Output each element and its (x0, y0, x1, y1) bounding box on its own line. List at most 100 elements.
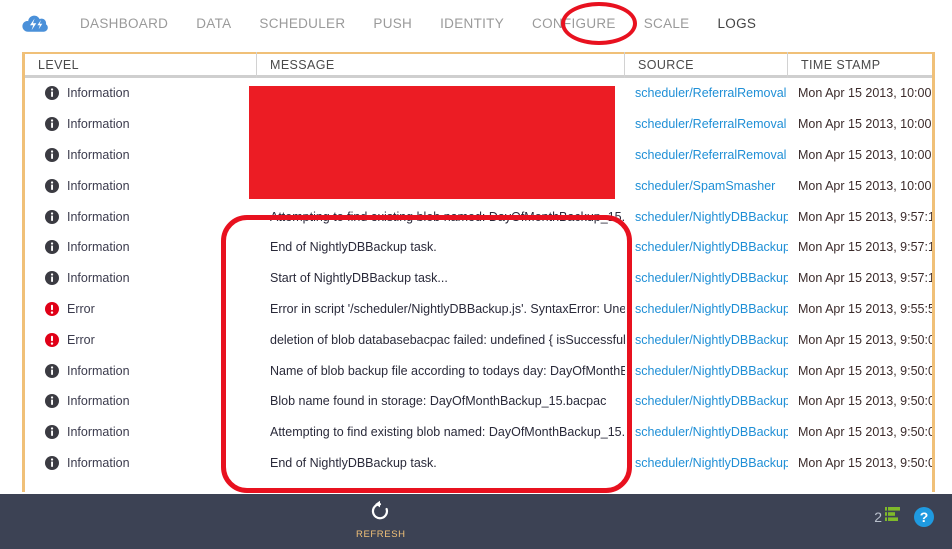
nav-item-identity[interactable]: IDENTITY (426, 0, 518, 47)
level-label: Information (67, 117, 130, 132)
source-link[interactable]: scheduler/ReferralRemoval (635, 86, 786, 100)
instances-icon (885, 506, 903, 527)
message-text: Error in script '/scheduler/NightlyDBBac… (270, 301, 625, 316)
cell-message (257, 170, 625, 201)
cell-timestamp: Mon Apr 15 2013, 10:00:... (788, 78, 932, 109)
level-label: Information (67, 394, 130, 409)
cell-timestamp: Mon Apr 15 2013, 10:00:... (788, 109, 932, 140)
table-row[interactable]: Error deletion of blob databasebacpac fai… (25, 324, 932, 355)
table-row[interactable]: Information scheduler/ReferralRemoval Mon … (25, 109, 932, 140)
cell-source[interactable]: scheduler/ReferralRemoval (625, 78, 788, 109)
cell-source[interactable]: scheduler/NightlyDBBackup (625, 448, 788, 479)
info-icon (45, 271, 59, 286)
timestamp-text: Mon Apr 15 2013, 9:50:0... (798, 363, 932, 378)
cell-level: Error (25, 294, 257, 325)
top-navigation-bar: DASHBOARD DATA SCHEDULER PUSH IDENTITY C… (0, 0, 952, 47)
table-row[interactable]: Information End of NightlyDBBackup task. s… (25, 232, 932, 263)
cell-source[interactable]: scheduler/ReferralRemoval (625, 140, 788, 171)
error-icon (45, 301, 59, 316)
source-link[interactable]: scheduler/NightlyDBBackup (635, 240, 788, 254)
logs-table: LEVEL MESSAGE SOURCE TIME STAMP Informat… (22, 51, 935, 492)
instances-indicator[interactable]: 2 (874, 506, 903, 527)
source-link[interactable]: scheduler/NightlyDBBackup (635, 302, 788, 316)
cell-source[interactable]: scheduler/ReferralRemoval (625, 109, 788, 140)
source-link[interactable]: scheduler/NightlyDBBackup (635, 394, 788, 408)
source-link[interactable]: scheduler/NightlyDBBackup (635, 210, 788, 224)
nav-item-data[interactable]: DATA (182, 0, 245, 47)
table-row[interactable]: Error Error in script '/scheduler/Nightly… (25, 294, 932, 325)
cell-source[interactable]: scheduler/NightlyDBBackup (625, 294, 788, 325)
column-header-source[interactable]: SOURCE (625, 51, 788, 78)
info-icon (45, 425, 59, 440)
table-row[interactable]: Information scheduler/ReferralRemoval Mon … (25, 78, 932, 109)
cell-source[interactable]: scheduler/SpamSmasher (625, 170, 788, 201)
column-header-message[interactable]: MESSAGE (257, 51, 625, 78)
source-link[interactable]: scheduler/NightlyDBBackup (635, 425, 788, 439)
cell-level: Information (25, 140, 257, 171)
refresh-icon (369, 500, 391, 527)
source-link[interactable]: scheduler/NightlyDBBackup (635, 456, 788, 470)
source-link[interactable]: scheduler/SpamSmasher (635, 179, 775, 193)
table-row[interactable]: Information Blob name found in storage: D… (25, 386, 932, 417)
nav-item-scheduler[interactable]: SCHEDULER (245, 0, 359, 47)
level-label: Information (67, 271, 130, 286)
cell-message (257, 140, 625, 171)
help-icon[interactable]: ? (914, 506, 934, 527)
cell-source[interactable]: scheduler/NightlyDBBackup (625, 417, 788, 448)
level-label: Information (67, 363, 130, 378)
message-text: Name of blob backup file according to to… (270, 363, 625, 378)
azure-cloud-logo-icon (22, 13, 48, 35)
message-text: deletion of blob databasebacpac failed: … (270, 332, 625, 347)
nav-item-logs[interactable]: LOGS (704, 0, 771, 47)
bottom-bar-right-group: 2 ? (874, 506, 934, 527)
table-row[interactable]: Information Name of blob backup file acco… (25, 355, 932, 386)
nav-item-configure[interactable]: CONFIGURE (518, 0, 630, 47)
table-row[interactable]: Information Attempting to find existing b… (25, 417, 932, 448)
table-row[interactable]: Information scheduler/ReferralRemoval Mon … (25, 140, 932, 171)
cell-message: Blob name found in storage: DayOfMonthBa… (257, 386, 625, 417)
timestamp-text: Mon Apr 15 2013, 9:50:0... (798, 394, 932, 409)
table-row[interactable]: Information Attempting to find existing b… (25, 201, 932, 232)
cell-source[interactable]: scheduler/NightlyDBBackup (625, 263, 788, 294)
source-link[interactable]: scheduler/ReferralRemoval (635, 117, 786, 131)
error-icon (45, 332, 59, 347)
cell-message: Error in script '/scheduler/NightlyDBBac… (257, 294, 625, 325)
source-link[interactable]: scheduler/NightlyDBBackup (635, 333, 788, 347)
cell-level: Information (25, 355, 257, 386)
level-label: Information (67, 147, 130, 162)
info-icon (45, 86, 59, 101)
info-icon (45, 178, 59, 193)
level-label: Information (67, 209, 130, 224)
table-row[interactable]: Information scheduler/SpamSmasher Mon Apr … (25, 170, 932, 201)
column-header-timestamp[interactable]: TIME STAMP (788, 52, 932, 78)
cell-level: Information (25, 170, 257, 201)
source-link[interactable]: scheduler/NightlyDBBackup (635, 271, 788, 285)
refresh-button[interactable]: REFRESH (356, 500, 406, 540)
cell-source[interactable]: scheduler/NightlyDBBackup (625, 324, 788, 355)
cell-timestamp: Mon Apr 15 2013, 9:55:5... (788, 294, 932, 325)
azure-portal-logs-screen: DASHBOARD DATA SCHEDULER PUSH IDENTITY C… (0, 0, 952, 549)
cell-timestamp: Mon Apr 15 2013, 9:50:0... (788, 355, 932, 386)
info-icon (45, 363, 59, 378)
nav-item-scale[interactable]: SCALE (630, 0, 704, 47)
source-link[interactable]: scheduler/ReferralRemoval (635, 148, 786, 162)
cell-source[interactable]: scheduler/NightlyDBBackup (625, 386, 788, 417)
info-icon (45, 117, 59, 132)
level-label: Information (67, 86, 130, 101)
source-link[interactable]: scheduler/NightlyDBBackup (635, 364, 788, 378)
cell-message (257, 109, 625, 140)
cell-source[interactable]: scheduler/NightlyDBBackup (625, 201, 788, 232)
info-icon (45, 394, 59, 409)
cell-source[interactable]: scheduler/NightlyDBBackup (625, 355, 788, 386)
cell-source[interactable]: scheduler/NightlyDBBackup (625, 232, 788, 263)
refresh-button-label: REFRESH (356, 529, 406, 540)
info-icon (45, 455, 59, 470)
cell-message: Name of blob backup file according to to… (257, 355, 625, 386)
nav-item-dashboard[interactable]: DASHBOARD (66, 0, 182, 47)
timestamp-text: Mon Apr 15 2013, 9:50:0... (798, 425, 932, 440)
table-row[interactable]: Information End of NightlyDBBackup task. s… (25, 448, 932, 479)
cell-message: Attempting to find existing blob named: … (257, 201, 625, 232)
column-header-level[interactable]: LEVEL (25, 51, 257, 78)
table-row[interactable]: Information Start of NightlyDBBackup task… (25, 263, 932, 294)
nav-item-push[interactable]: PUSH (359, 0, 426, 47)
